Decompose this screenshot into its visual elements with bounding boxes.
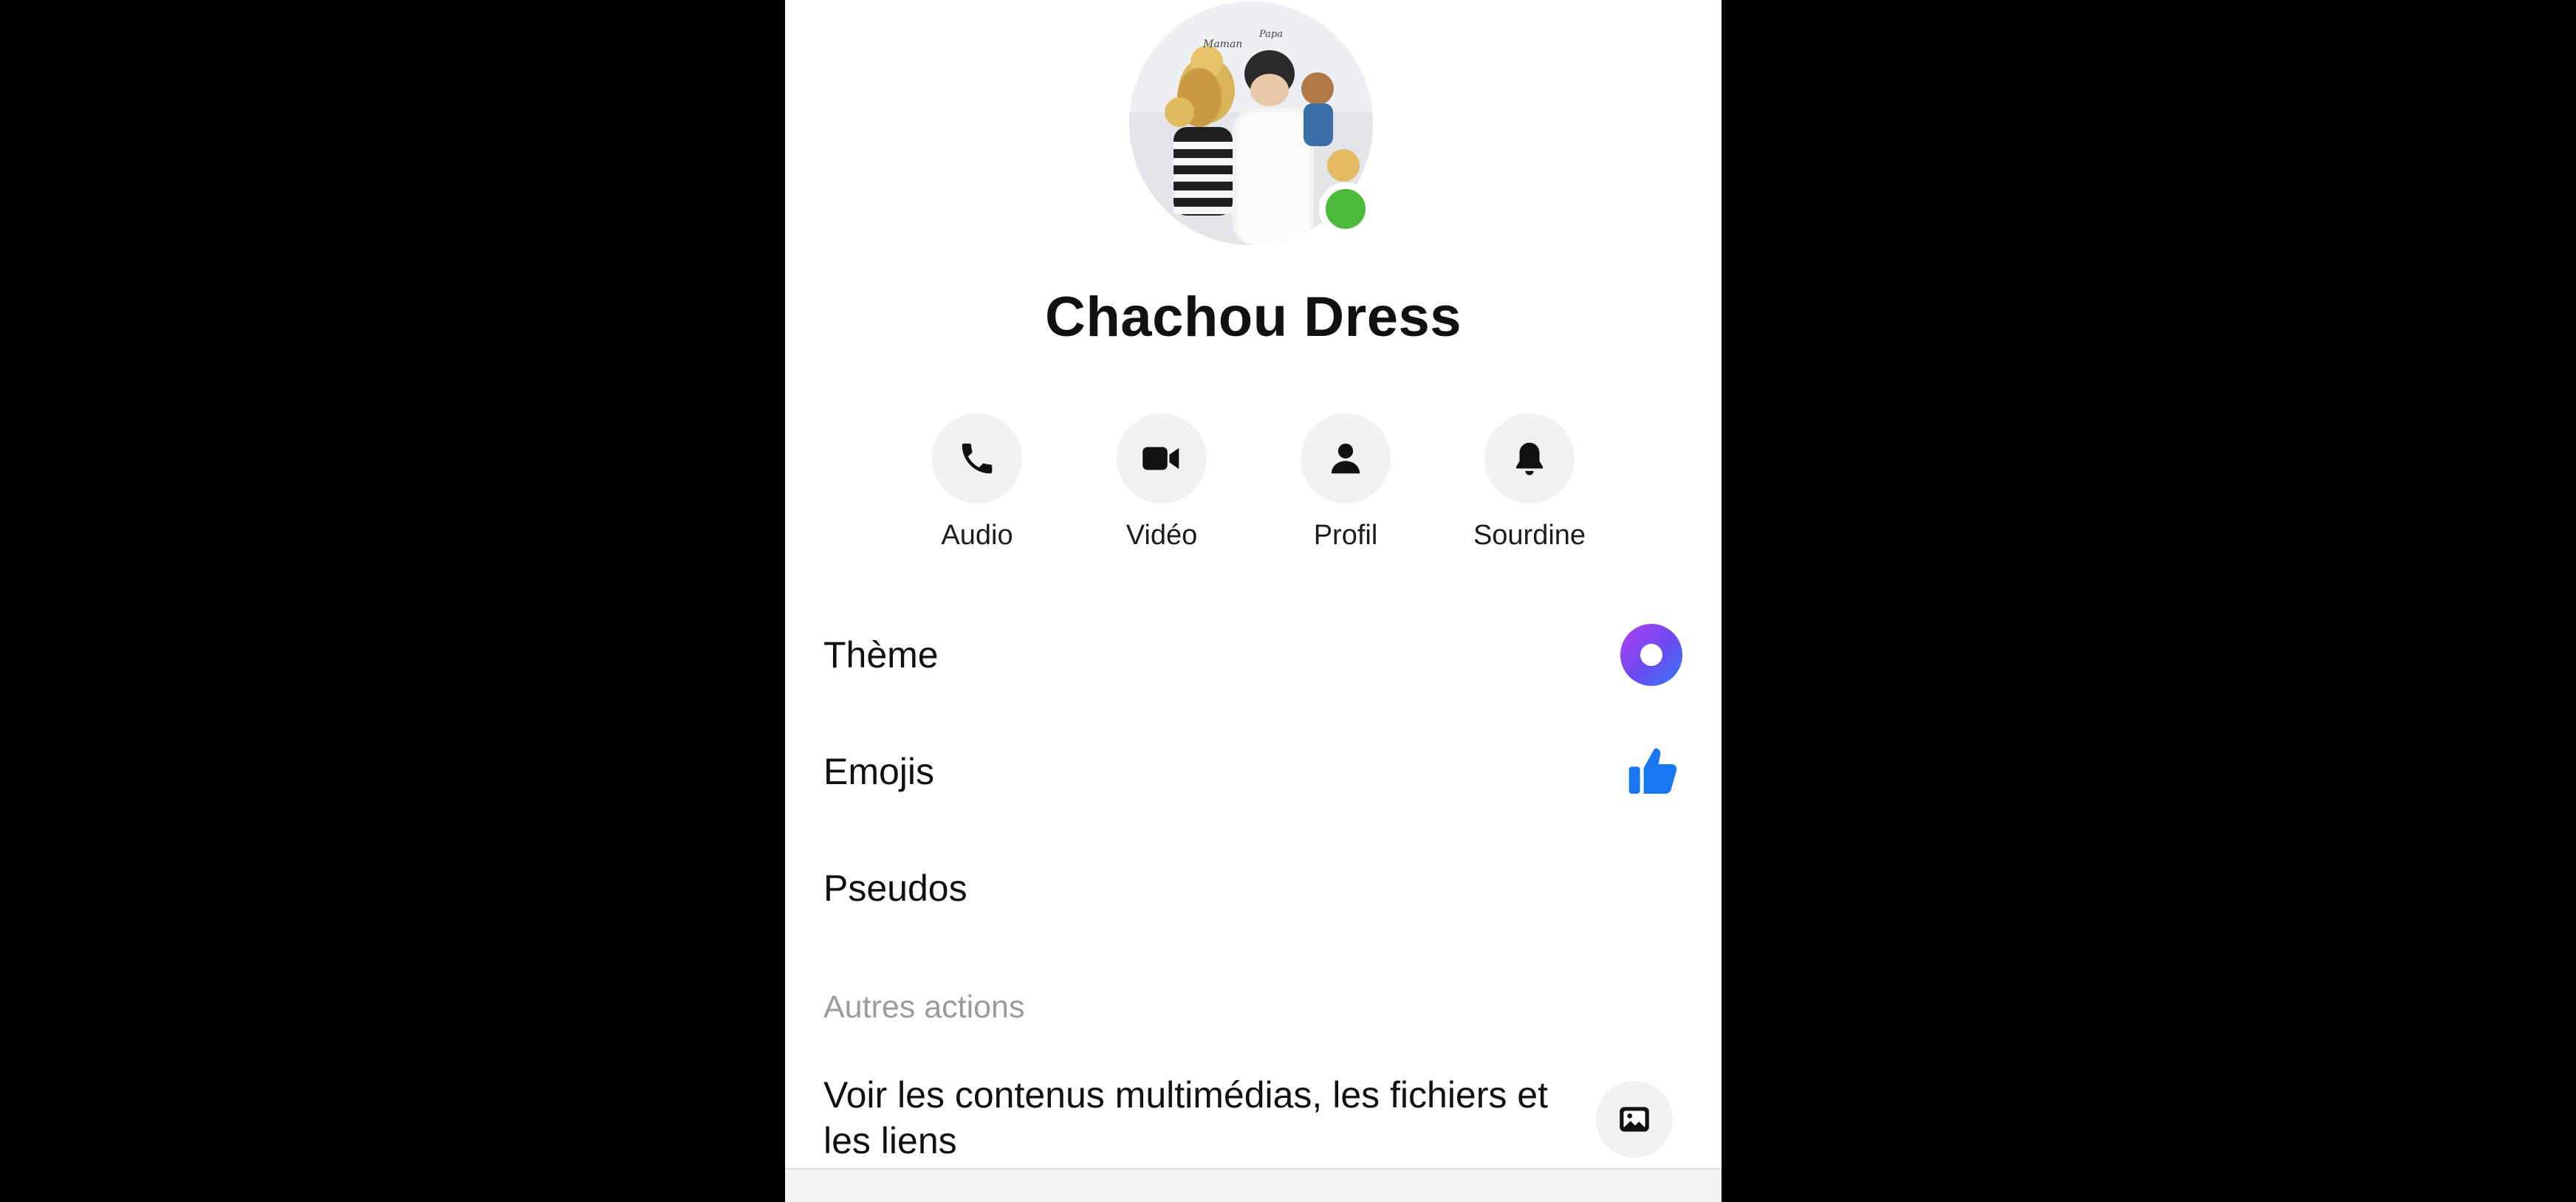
svg-text:Maman: Maman xyxy=(1202,38,1242,50)
profile-label: Profil xyxy=(1313,520,1378,551)
contact-name: Chachou Dress xyxy=(1045,286,1462,348)
theme-row[interactable]: Thème xyxy=(823,614,1683,696)
image-icon xyxy=(1620,1107,1649,1132)
bell-icon xyxy=(1516,442,1543,475)
audio-label: Audio xyxy=(941,520,1013,551)
audio-call-button[interactable]: Audio xyxy=(885,413,1069,552)
emojis-row[interactable]: Emojis xyxy=(823,731,1683,812)
media-files-links-row[interactable]: Voir les contenus multimédias, les fichi… xyxy=(823,1072,1683,1161)
person-icon xyxy=(1331,443,1360,474)
theme-ring-icon xyxy=(1620,624,1682,686)
thumbs-up-icon xyxy=(1628,748,1677,794)
audio-call-circle[interactable] xyxy=(932,413,1022,504)
quick-actions: Audio Vidéo Profil Sourdine xyxy=(785,413,1722,561)
svg-text:Papa: Papa xyxy=(1258,29,1283,40)
video-call-circle[interactable] xyxy=(1117,413,1207,504)
profile-circle[interactable] xyxy=(1301,413,1391,504)
phone-icon xyxy=(962,443,993,474)
video-camera-icon xyxy=(1143,447,1179,470)
nicknames-label: Pseudos xyxy=(823,868,967,909)
mute-button[interactable]: Sourdine xyxy=(1437,413,1622,552)
bottom-bar xyxy=(785,1168,1722,1202)
video-call-button[interactable]: Vidéo xyxy=(1069,413,1254,552)
online-status-indicator xyxy=(1319,182,1372,236)
conversation-settings-screen: Maman Papa Chachou Dress Audio Vidéo Pro… xyxy=(785,0,1722,1202)
nicknames-row[interactable]: Pseudos xyxy=(823,848,1683,929)
profile-button[interactable]: Profil xyxy=(1253,413,1438,552)
theme-label: Thème xyxy=(823,634,939,676)
video-label: Vidéo xyxy=(1126,520,1198,551)
more-actions-heading: Autres actions xyxy=(823,989,1025,1025)
emojis-label: Emojis xyxy=(823,751,935,792)
mute-circle[interactable] xyxy=(1484,413,1575,504)
mute-label: Sourdine xyxy=(1473,520,1586,551)
contact-avatar[interactable]: Maman Papa xyxy=(1129,1,1373,245)
media-files-links-label: Voir les contenus multimédias, les fichi… xyxy=(823,1074,1548,1161)
media-icon-circle xyxy=(1596,1081,1673,1158)
